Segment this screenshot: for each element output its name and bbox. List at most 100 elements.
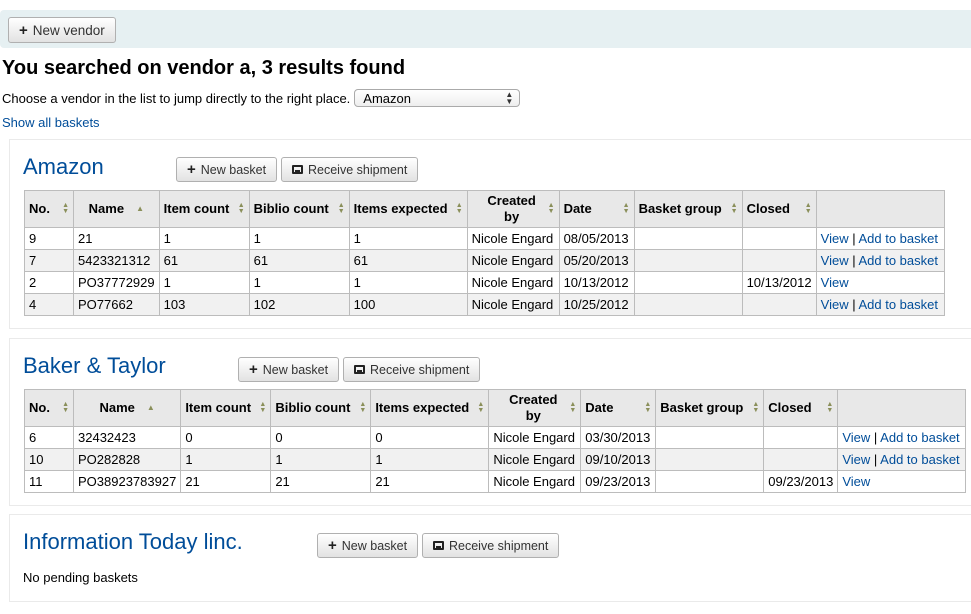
sort-arrows-icon: ▲ ▼ — [455, 202, 463, 215]
new-basket-button[interactable]: + New basket — [238, 357, 340, 382]
new-basket-button[interactable]: + New basket — [176, 157, 278, 182]
new-basket-label: New basket — [200, 162, 267, 177]
link-separator: | — [848, 297, 859, 312]
vendor-select-value: Amazon — [363, 90, 411, 106]
cell-date: 10/13/2012 — [558, 271, 635, 294]
column-header-label: No. — [29, 201, 50, 216]
receive-shipment-button[interactable]: Receive shipment — [343, 357, 481, 382]
view-basket-link[interactable]: View — [842, 474, 870, 489]
cell-date: 05/20/2013 — [558, 249, 635, 272]
sort-arrows-icon: ▲ ▼ — [752, 401, 760, 414]
add-to-basket-link[interactable]: Add to basket — [858, 231, 938, 246]
column-biblio-count-header[interactable]: Biblio count ▲ ▼ — [270, 389, 372, 427]
cell-date: 08/05/2013 — [558, 227, 635, 250]
sort-ascending-icon: ▲ — [136, 204, 144, 213]
column-items-expected-header[interactable]: Items expected ▲ ▼ — [370, 389, 490, 427]
column-no-header[interactable]: No. ▲ ▼ — [24, 190, 74, 228]
vendor-select[interactable]: Amazon ▲ ▼ — [354, 89, 521, 107]
cell-name: 32432423 — [72, 426, 182, 449]
new-basket-button[interactable]: + New basket — [317, 533, 419, 558]
vendor-section-amazon: Amazon + New basket Receive shipment No.… — [9, 139, 971, 329]
column-header-label: Created by — [487, 193, 536, 224]
page-title: You searched on vendor a, 3 results foun… — [2, 57, 406, 79]
column-header-label: Items expected — [353, 201, 448, 216]
column-created-by-header[interactable]: Created by ▲ ▼ — [488, 389, 582, 427]
cell-actions: View — [815, 271, 945, 294]
column-items-expected-header[interactable]: Items expected ▲ ▼ — [348, 190, 468, 228]
cell-item-count: 61 — [158, 249, 250, 272]
column-name-header[interactable]: Name ▲ — [73, 190, 160, 228]
baskets-table: No. ▲ ▼ Name ▲ Item count ▲ ▼ Biblio count ▲ ▼ Item… — [24, 190, 945, 316]
column-item-count-header[interactable]: Item count ▲ ▼ — [158, 190, 250, 228]
cell-biblio-count: 1 — [270, 448, 372, 471]
vendor-title[interactable]: Amazon — [23, 154, 104, 180]
receive-shipment-button[interactable]: Receive shipment — [281, 157, 419, 182]
table-row: 7 5423321312 61 61 61 Nicole Engard 05/20/2013… — [24, 249, 945, 272]
column-header-label: No. — [29, 400, 50, 415]
view-basket-link[interactable]: View — [842, 430, 870, 445]
column-header-label: Item count — [163, 201, 230, 216]
add-to-basket-link[interactable]: Add to basket — [858, 253, 938, 268]
cell-basket-group — [655, 470, 765, 493]
column-name-header[interactable]: Name ▲ — [72, 389, 182, 427]
sort-ascending-icon: ▲ — [146, 403, 155, 412]
cell-created-by: Nicole Engard — [488, 426, 582, 449]
view-basket-link[interactable]: View — [821, 297, 849, 312]
new-vendor-button[interactable]: + New vendor — [8, 17, 116, 43]
column-basket-group-header[interactable]: Basket group ▲ ▼ — [633, 190, 743, 228]
cell-closed: 09/23/2013 — [763, 470, 839, 493]
view-basket-link[interactable]: View — [821, 231, 849, 246]
column-closed-header[interactable]: Closed ▲ ▼ — [741, 190, 817, 228]
column-biblio-count-header[interactable]: Biblio count ▲ ▼ — [248, 190, 350, 228]
cell-created-by: Nicole Engard — [466, 249, 560, 272]
column-created-by-header[interactable]: Created by ▲ ▼ — [466, 190, 560, 228]
vendor-title[interactable]: Information Today linc. — [23, 529, 243, 555]
cell-items-expected: 61 — [348, 249, 468, 272]
cell-name: PO38923783927 — [72, 470, 182, 493]
view-basket-link[interactable]: View — [821, 275, 849, 290]
add-to-basket-link[interactable]: Add to basket — [880, 430, 960, 445]
cell-no: 10 — [24, 448, 74, 471]
show-all-baskets-link[interactable]: Show all baskets — [2, 115, 100, 130]
column-date-header[interactable]: Date ▲ ▼ — [558, 190, 635, 228]
column-basket-group-header[interactable]: Basket group ▲ ▼ — [655, 389, 765, 427]
cell-basket-group — [633, 293, 743, 316]
column-header-label: Name — [99, 400, 135, 415]
column-closed-header[interactable]: Closed ▲ ▼ — [763, 389, 839, 427]
cell-name: 5423321312 — [73, 249, 160, 272]
view-basket-link[interactable]: View — [821, 253, 849, 268]
cell-biblio-count: 61 — [248, 249, 350, 272]
column-header-label: Basket group — [660, 400, 744, 415]
sort-arrows-icon: ▲ ▼ — [547, 202, 555, 215]
cell-item-count: 1 — [158, 227, 250, 250]
link-separator: | — [870, 430, 881, 445]
view-basket-link[interactable]: View — [842, 452, 870, 467]
receive-shipment-button[interactable]: Receive shipment — [422, 533, 560, 558]
cell-biblio-count: 21 — [270, 470, 372, 493]
receive-shipment-label: Receive shipment — [308, 162, 408, 177]
vendor-jump: Choose a vendor in the list to jump dire… — [2, 89, 521, 107]
table-row: 4 PO77662 103 102 100 Nicole Engard 10/25/2012… — [24, 293, 945, 316]
cell-basket-group — [655, 448, 765, 471]
column-no-header[interactable]: No. ▲ ▼ — [24, 389, 74, 427]
cell-created-by: Nicole Engard — [466, 271, 560, 294]
plus-icon: + — [249, 361, 258, 378]
add-to-basket-link[interactable]: Add to basket — [858, 297, 938, 312]
cell-no: 6 — [24, 426, 74, 449]
cell-items-expected: 100 — [348, 293, 468, 316]
sort-arrows-icon: ▲ ▼ — [826, 401, 834, 414]
cell-name: 21 — [73, 227, 160, 250]
tray-icon — [292, 165, 303, 174]
cell-items-expected: 1 — [370, 448, 490, 471]
tray-icon — [354, 365, 365, 374]
toolbar — [0, 10, 971, 48]
sort-arrows-icon: ▲ ▼ — [804, 202, 812, 215]
vendor-title[interactable]: Baker & Taylor — [23, 353, 166, 379]
add-to-basket-link[interactable]: Add to basket — [880, 452, 960, 467]
column-date-header[interactable]: Date ▲ ▼ — [580, 389, 657, 427]
column-item-count-header[interactable]: Item count ▲ ▼ — [180, 389, 272, 427]
cell-name: PO37772929 — [73, 271, 160, 294]
cell-basket-group — [633, 249, 743, 272]
cell-item-count: 103 — [158, 293, 250, 316]
vendor-section-information-today: Information Today linc. + New basket Rec… — [9, 514, 971, 602]
